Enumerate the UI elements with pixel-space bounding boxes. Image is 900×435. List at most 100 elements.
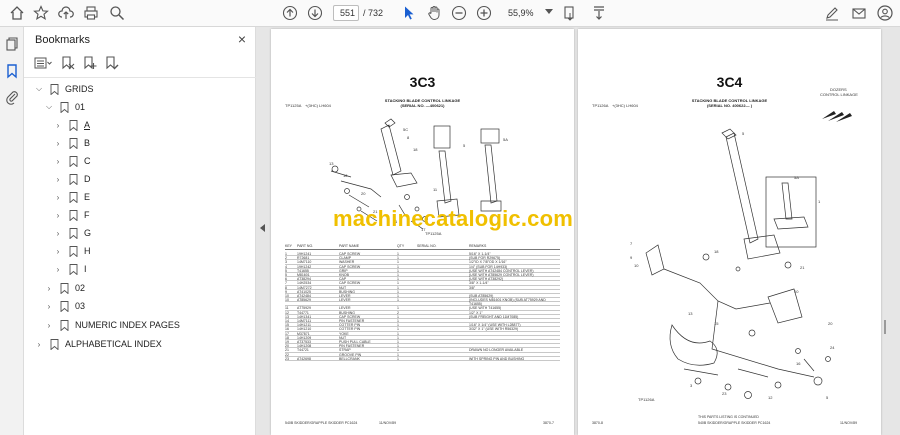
- chevron-right-icon[interactable]: ›: [44, 301, 54, 311]
- svg-text:3: 3: [690, 383, 693, 388]
- scroll-mode-icon[interactable]: [590, 4, 608, 22]
- svg-text:15: 15: [714, 321, 719, 326]
- add-bookmark-icon[interactable]: [82, 55, 100, 71]
- zoom-out-icon[interactable]: [450, 4, 468, 22]
- svg-text:16: 16: [343, 173, 348, 178]
- chevron-right-icon[interactable]: ›: [53, 156, 63, 166]
- svg-text:5A: 5A: [503, 137, 508, 142]
- chevron-right-icon[interactable]: ›: [53, 246, 63, 256]
- bookmark-properties-icon[interactable]: [104, 55, 122, 71]
- svg-text:18: 18: [714, 249, 719, 254]
- bookmark-icon: [69, 209, 78, 221]
- account-icon[interactable]: [876, 4, 894, 22]
- table-row: 23 AT42698 BELLCRANK 1 WITH SPRING PIN AND B…: [285, 357, 560, 361]
- bookmark-icon: [60, 319, 69, 331]
- previous-page-icon[interactable]: [281, 4, 299, 22]
- page-fit-icon[interactable]: [561, 4, 579, 22]
- bookmark-e[interactable]: › E: [53, 189, 90, 205]
- footer-left: 540B SKIDDER/GRAPPLE SKIDDER PC1624: [285, 421, 358, 425]
- zoom-dropdown-icon[interactable]: [545, 9, 553, 14]
- bookmark-a[interactable]: › A: [53, 117, 90, 133]
- bookmarks-icon[interactable]: [4, 63, 20, 79]
- bookmark-b[interactable]: › B: [53, 135, 90, 151]
- mail-icon[interactable]: [850, 4, 868, 22]
- pen-edit-icon[interactable]: [823, 4, 841, 22]
- bookmark-grids[interactable]: ⌵ GRIDS: [34, 81, 94, 97]
- bookmark-c[interactable]: › C: [53, 153, 91, 169]
- bookmark-h[interactable]: › H: [53, 243, 91, 259]
- close-panel-button[interactable]: ×: [235, 32, 249, 46]
- page-label: 3C3: [409, 74, 436, 90]
- figure-ref: TP1126A: [592, 103, 609, 108]
- zoom-level[interactable]: 55,9%: [508, 5, 546, 21]
- top-toolbar: 551 / 732 55,9%: [0, 0, 900, 27]
- collapse-left-arrow-icon[interactable]: [260, 224, 265, 232]
- bookmark-02[interactable]: › 02: [44, 280, 85, 296]
- search-icon[interactable]: [108, 4, 126, 22]
- page-number-input[interactable]: 551: [333, 5, 359, 21]
- header-subcategory: CONTROL LINKAGE: [820, 92, 858, 97]
- chevron-right-icon[interactable]: ›: [53, 228, 63, 238]
- chevron-right-icon[interactable]: ›: [53, 210, 63, 220]
- svg-text:23: 23: [722, 391, 727, 396]
- chevron-right-icon[interactable]: ›: [34, 339, 44, 349]
- page-total: / 732: [363, 8, 384, 18]
- figure-code: +(3HC) LH604: [612, 103, 638, 108]
- chevron-right-icon[interactable]: ›: [53, 174, 63, 184]
- panel-title: Bookmarks: [35, 34, 91, 46]
- chevron-right-icon[interactable]: ›: [53, 138, 63, 148]
- svg-text:24: 24: [830, 345, 835, 350]
- chevron-right-icon[interactable]: ›: [44, 283, 54, 293]
- svg-text:5A: 5A: [794, 175, 799, 180]
- bookmark-icon: [69, 137, 78, 149]
- chevron-right-icon[interactable]: ›: [44, 320, 54, 330]
- svg-text:5C: 5C: [403, 127, 408, 132]
- footer-title: 540B SKIDDER/GRAPPLE SKIDDER PC1624: [698, 421, 771, 425]
- delete-bookmark-icon[interactable]: [60, 55, 78, 71]
- next-page-icon[interactable]: [306, 4, 324, 22]
- svg-text:8: 8: [407, 135, 410, 140]
- bookmark-i[interactable]: › I: [53, 261, 87, 277]
- figure-ref: TP1125A: [285, 103, 302, 108]
- panel-divider: [24, 77, 256, 78]
- svg-text:10: 10: [634, 263, 639, 268]
- chevron-right-icon[interactable]: ›: [53, 192, 63, 202]
- home-icon[interactable]: [8, 4, 26, 22]
- bookmark-g[interactable]: › G: [53, 225, 91, 241]
- parts-table: KEY PART NO. PART NAME QTY SERIAL NO. RE…: [285, 244, 560, 361]
- options-menu-icon[interactable]: [34, 55, 52, 71]
- zoom-in-icon[interactable]: [475, 4, 493, 22]
- bookmark-f[interactable]: › F: [53, 207, 90, 223]
- bookmark-icon: [69, 245, 78, 257]
- svg-text:18: 18: [413, 147, 418, 152]
- bookmark-d[interactable]: › D: [53, 171, 91, 187]
- vertical-scrollbar[interactable]: [884, 320, 886, 334]
- svg-text:12: 12: [768, 395, 773, 400]
- star-icon[interactable]: [32, 4, 50, 22]
- bookmark-03[interactable]: › 03: [44, 298, 85, 314]
- chevron-down-icon[interactable]: ⌵: [34, 84, 44, 94]
- print-icon[interactable]: [82, 4, 100, 22]
- hand-tool-icon[interactable]: [425, 4, 443, 22]
- footer-continued: THIS PARTS LISTING IS CONTINUED: [698, 415, 759, 419]
- svg-text:TP1126A: TP1126A: [638, 397, 655, 402]
- chevron-down-icon[interactable]: ⌵: [44, 102, 54, 112]
- figure-code: +(3HC) LH604: [305, 103, 331, 108]
- chevron-right-icon[interactable]: ›: [53, 120, 63, 130]
- svg-text:10: 10: [794, 289, 799, 294]
- thumbnails-icon[interactable]: [4, 36, 20, 52]
- svg-text:13: 13: [329, 161, 334, 166]
- svg-text:16: 16: [796, 361, 801, 366]
- attachments-icon[interactable]: [4, 89, 20, 105]
- bookmark-icon: [60, 300, 69, 312]
- document-page-right: 3C4 DOZERS CONTROL LINKAGE STACKING BLAD…: [578, 29, 881, 435]
- select-cursor-icon[interactable]: [400, 4, 418, 22]
- bookmarks-panel: Bookmarks × ⌵ GRIDS ⌵ 01 › A › B › C › D…: [24, 27, 256, 435]
- bookmark-01[interactable]: ⌵ 01: [44, 99, 85, 115]
- svg-text:5: 5: [463, 143, 466, 148]
- bookmark-numeric-index[interactable]: › NUMERIC INDEX PAGES: [44, 317, 180, 333]
- chevron-right-icon[interactable]: ›: [53, 264, 63, 274]
- cloud-upload-icon[interactable]: [57, 4, 75, 22]
- svg-text:20: 20: [828, 321, 833, 326]
- bookmark-alphabetical-index[interactable]: › ALPHABETICAL INDEX: [34, 336, 162, 352]
